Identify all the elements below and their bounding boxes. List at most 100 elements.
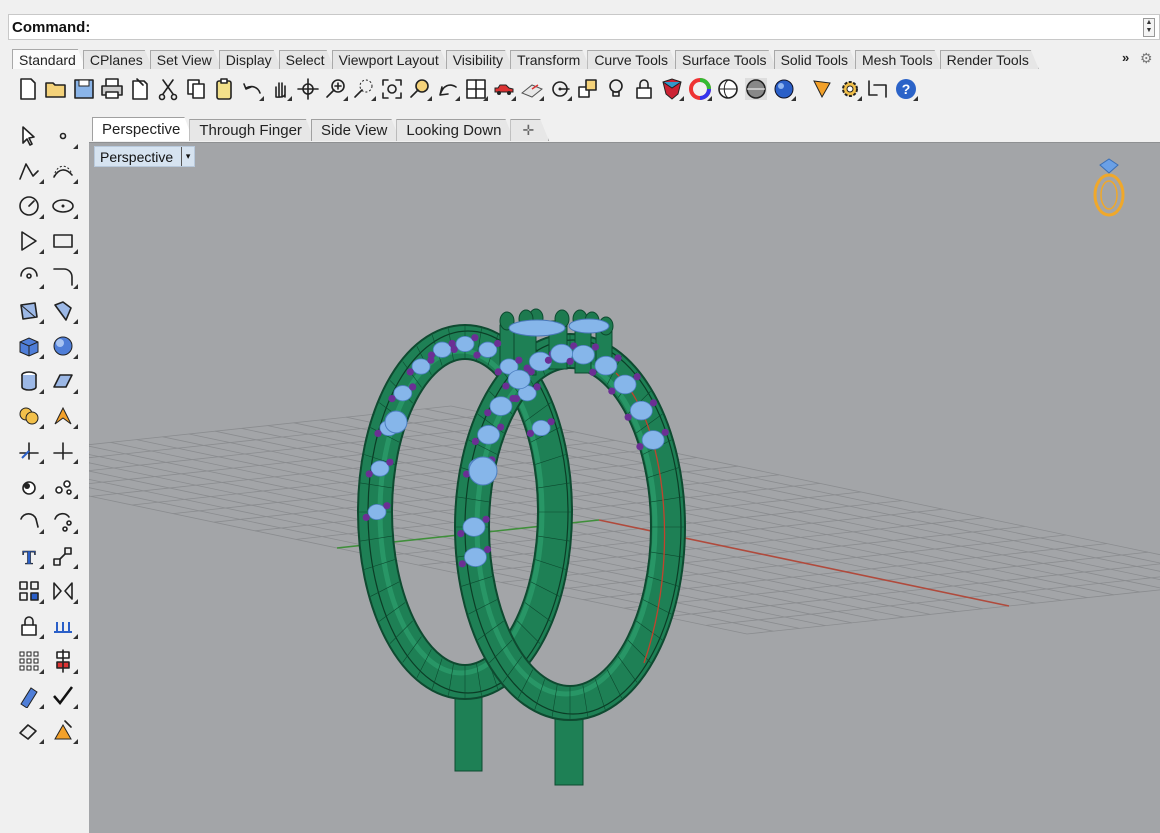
render-mesh-icon[interactable] <box>12 715 46 747</box>
polyline-icon[interactable] <box>12 155 46 187</box>
boolean-union-icon[interactable] <box>12 400 46 432</box>
toolbar-gear-icon[interactable]: ⚙ <box>1140 50 1153 67</box>
render-shield-icon[interactable] <box>658 74 686 104</box>
layers-icon[interactable] <box>574 74 602 104</box>
toolbar-tab-curve-tools[interactable]: Curve Tools <box>587 50 678 69</box>
gear-options-icon[interactable] <box>836 74 864 104</box>
lock-icon[interactable] <box>630 74 658 104</box>
grid-array-icon[interactable] <box>12 645 46 677</box>
perspective-viewport[interactable]: Perspective ▾ <box>89 142 1160 833</box>
toolbar-tab-visibility[interactable]: Visibility <box>446 50 513 69</box>
array-icon[interactable] <box>12 575 46 607</box>
help-icon[interactable]: ? <box>892 74 920 104</box>
left-toolbar-row <box>12 433 82 468</box>
zoom-selected-icon[interactable] <box>406 74 434 104</box>
copy-icon[interactable] <box>182 74 210 104</box>
lightbulb-icon[interactable] <box>602 74 630 104</box>
check-icon[interactable] <box>46 680 80 712</box>
split-icon[interactable] <box>46 435 80 467</box>
box-solid-icon[interactable] <box>12 330 46 362</box>
add-viewport-tab-icon[interactable]: ✛ <box>510 119 549 141</box>
polygon-icon[interactable] <box>12 225 46 257</box>
import-icon[interactable] <box>126 74 154 104</box>
render-cone-icon[interactable] <box>808 74 836 104</box>
viewport-title[interactable]: Perspective ▾ <box>94 146 196 167</box>
viewport-menu-chevron-icon[interactable]: ▾ <box>181 147 194 166</box>
curve-icon[interactable] <box>46 155 80 187</box>
toolbar-tab-mesh-tools[interactable]: Mesh Tools <box>855 50 943 69</box>
toolbar-tab-standard[interactable]: Standard <box>12 49 86 69</box>
block-icon[interactable] <box>12 610 46 642</box>
light-icon[interactable] <box>46 715 80 747</box>
pan-hand-icon[interactable] <box>266 74 294 104</box>
sphere-solid-icon[interactable] <box>46 330 80 362</box>
arc-icon[interactable] <box>12 260 46 292</box>
group-icon[interactable] <box>12 470 46 502</box>
mirror-icon[interactable] <box>46 575 80 607</box>
circle-icon[interactable] <box>12 190 46 222</box>
undo-icon[interactable] <box>238 74 266 104</box>
toolbar-tab-solid-tools[interactable]: Solid Tools <box>774 50 858 69</box>
dimension-tool-icon[interactable] <box>46 610 80 642</box>
cylinder-icon[interactable] <box>12 365 46 397</box>
align-icon[interactable] <box>46 645 80 677</box>
zoom-dynamic-icon[interactable] <box>322 74 350 104</box>
ungroup-icon[interactable] <box>46 470 80 502</box>
zoom-extents-icon[interactable] <box>378 74 406 104</box>
toolbar-tab-viewport-layout[interactable]: Viewport Layout <box>332 50 449 69</box>
viewport-tab-through-finger[interactable]: Through Finger <box>189 119 315 141</box>
open-file-icon[interactable] <box>42 74 70 104</box>
cut-icon[interactable] <box>154 74 182 104</box>
array-rotate-icon[interactable] <box>46 505 80 537</box>
viewport-tab-side-view[interactable]: Side View <box>311 119 400 141</box>
color-wheel-icon[interactable] <box>686 74 714 104</box>
rectangle-icon[interactable] <box>46 225 80 257</box>
ring-gizmo-icon <box>1093 158 1125 217</box>
new-file-icon[interactable] <box>14 74 42 104</box>
point-icon[interactable] <box>46 120 80 152</box>
viewport-tab-perspective[interactable]: Perspective <box>92 117 193 141</box>
viewport-tab-looking-down[interactable]: Looking Down <box>396 119 514 141</box>
plane-surface-icon[interactable] <box>46 365 80 397</box>
toolbar-tab-set-view[interactable]: Set View <box>150 50 222 69</box>
print-icon[interactable] <box>98 74 126 104</box>
fillet-curve-icon[interactable] <box>46 260 80 292</box>
ellipse-icon[interactable] <box>46 190 80 222</box>
command-history-spinner[interactable]: ▲ ▼ <box>1143 18 1155 37</box>
construction-grid <box>89 405 1160 635</box>
toolbar-tab-surface-tools[interactable]: Surface Tools <box>675 50 777 69</box>
shaded-sphere-icon[interactable] <box>714 74 742 104</box>
rotate-view-icon[interactable] <box>294 74 322 104</box>
toolbar-tab-select[interactable]: Select <box>279 50 335 69</box>
text-icon[interactable]: T <box>12 540 46 572</box>
dimension-icon[interactable] <box>864 74 892 104</box>
select-arrow-icon[interactable] <box>12 120 46 152</box>
zoom-window-icon[interactable] <box>350 74 378 104</box>
explode-icon[interactable] <box>46 400 80 432</box>
command-input[interactable] <box>90 17 1159 37</box>
ring-model[interactable] <box>357 308 686 786</box>
left-toolbar-row <box>12 188 82 223</box>
save-icon[interactable] <box>70 74 98 104</box>
rotate-icon[interactable] <box>12 505 46 537</box>
extrude-surface-icon[interactable] <box>46 295 80 327</box>
toolbar-tab-display[interactable]: Display <box>219 50 282 69</box>
rendered-sphere-icon[interactable] <box>742 74 770 104</box>
toolbar-overflow-button[interactable]: » <box>1122 50 1129 65</box>
trim-icon[interactable] <box>12 435 46 467</box>
four-viewports-icon[interactable] <box>462 74 490 104</box>
undo-view-icon[interactable] <box>434 74 462 104</box>
toolbar-tab-render-tools[interactable]: Render Tools <box>940 50 1039 69</box>
point-snap-icon[interactable] <box>546 74 574 104</box>
surface-from-points-icon[interactable] <box>12 295 46 327</box>
toolbar-tab-cplanes[interactable]: CPlanes <box>83 50 153 69</box>
cplane-icon[interactable] <box>518 74 546 104</box>
left-toolbar-row <box>12 503 82 538</box>
toolbar-tab-transform[interactable]: Transform <box>510 50 590 69</box>
analyze-icon[interactable] <box>12 680 46 712</box>
scene-canvas[interactable] <box>89 143 1160 833</box>
blue-sphere-icon[interactable] <box>770 74 798 104</box>
car-icon[interactable] <box>490 74 518 104</box>
paste-icon[interactable] <box>210 74 238 104</box>
scale-icon[interactable] <box>46 540 80 572</box>
